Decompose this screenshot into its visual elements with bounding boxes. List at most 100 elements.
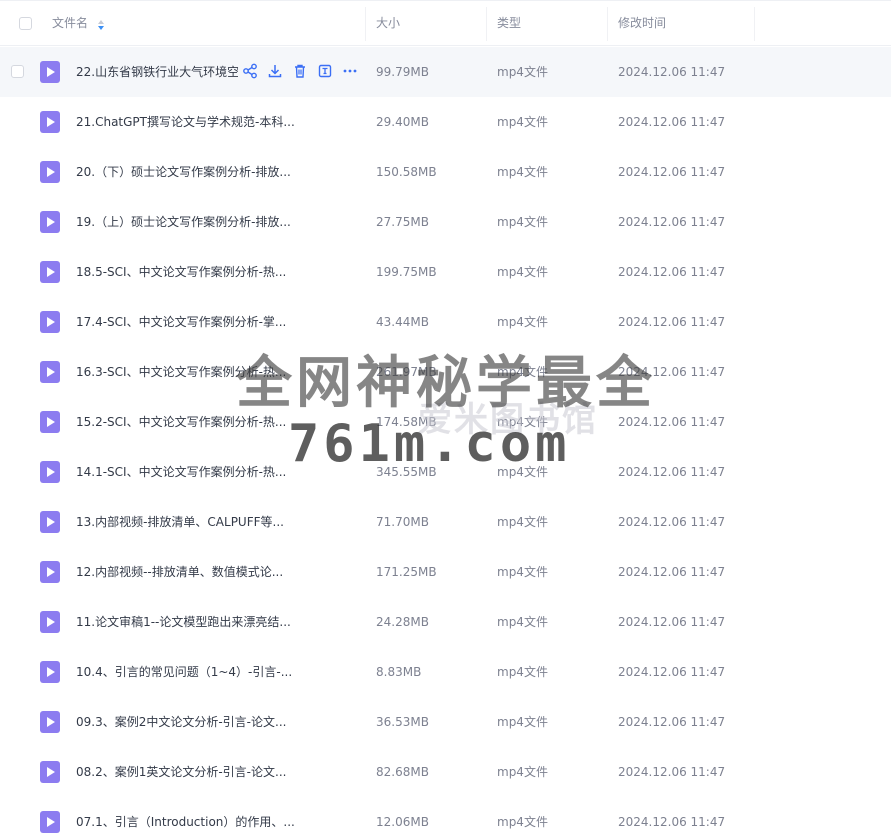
column-header-time[interactable]: 修改时间 xyxy=(618,1,666,45)
video-file-icon xyxy=(40,761,60,783)
file-type: mp4文件 xyxy=(497,165,548,179)
table-row[interactable]: 11.论文审稿1--论文模型跑出来漂亮结... 24.28MB mp4文件 20… xyxy=(0,597,891,647)
file-size: 174.58MB xyxy=(376,415,437,429)
sort-arrows-icon[interactable] xyxy=(97,20,105,30)
column-header-name[interactable]: 文件名 xyxy=(52,1,88,45)
delete-icon[interactable] xyxy=(292,63,308,79)
file-size: 345.55MB xyxy=(376,465,437,479)
file-modified-time: 2024.12.06 11:47 xyxy=(618,115,726,129)
file-modified-time: 2024.12.06 11:47 xyxy=(618,465,726,479)
file-modified-time: 2024.12.06 11:47 xyxy=(618,765,726,779)
table-row[interactable]: 09.3、案例2中文论文分析-引言-论文... 36.53MB mp4文件 20… xyxy=(0,697,891,747)
file-name[interactable]: 15.2-SCI、中文论文写作案例分析-热... xyxy=(76,397,296,447)
file-modified-time: 2024.12.06 11:47 xyxy=(618,165,726,179)
file-type: mp4文件 xyxy=(497,715,548,729)
file-name[interactable]: 19.（上）硕士论文写作案例分析-排放... xyxy=(76,197,296,247)
file-size: 12.06MB xyxy=(376,815,429,829)
file-name[interactable]: 20.（下）硕士论文写作案例分析-排放... xyxy=(76,147,296,197)
file-size: 29.40MB xyxy=(376,115,429,129)
table-row[interactable]: 21.ChatGPT撰写论文与学术规范-本科... 29.40MB mp4文件 … xyxy=(0,97,891,147)
file-name[interactable]: 09.3、案例2中文论文分析-引言-论文... xyxy=(76,697,296,747)
table-row[interactable]: 17.4-SCI、中文论文写作案例分析-掌... 43.44MB mp4文件 2… xyxy=(0,297,891,347)
video-file-icon xyxy=(40,161,60,183)
file-name[interactable]: 16.3-SCI、中文论文写作案例分析-热... xyxy=(76,347,296,397)
video-file-icon xyxy=(40,611,60,633)
table-row[interactable]: 12.内部视频--排放清单、数值模式论... 171.25MB mp4文件 20… xyxy=(0,547,891,597)
video-file-icon xyxy=(40,311,60,333)
file-name[interactable]: 12.内部视频--排放清单、数值模式论... xyxy=(76,547,296,597)
file-size: 99.79MB xyxy=(376,65,429,79)
file-modified-time: 2024.12.06 11:47 xyxy=(618,565,726,579)
table-row[interactable]: 22.山东省钢铁行业大气环境空 99.79MB mp4文件 2024.12.06… xyxy=(0,47,891,97)
file-modified-time: 2024.12.06 11:47 xyxy=(618,315,726,329)
row-checkbox[interactable] xyxy=(11,65,24,78)
file-name[interactable]: 07.1、引言（Introduction）的作用、... xyxy=(76,797,296,835)
file-type: mp4文件 xyxy=(497,215,548,229)
more-icon[interactable] xyxy=(342,63,358,79)
download-icon[interactable] xyxy=(267,63,283,79)
file-size: 199.75MB xyxy=(376,265,437,279)
file-size: 8.83MB xyxy=(376,665,422,679)
table-row[interactable]: 10.4、引言的常见问题（1~4）-引言-... 8.83MB mp4文件 20… xyxy=(0,647,891,697)
column-header-size[interactable]: 大小 xyxy=(376,1,400,45)
file-type: mp4文件 xyxy=(497,665,548,679)
video-file-icon xyxy=(40,811,60,833)
video-file-icon xyxy=(40,361,60,383)
table-row[interactable]: 07.1、引言（Introduction）的作用、... 12.06MB mp4… xyxy=(0,797,891,835)
file-type: mp4文件 xyxy=(497,515,548,529)
video-file-icon xyxy=(40,261,60,283)
file-list: 文件名 大小 类型 修改时间 22.山东省钢铁行业大气环境空 99.79MB m… xyxy=(0,0,891,835)
file-name[interactable]: 08.2、案例1英文论文分析-引言-论文... xyxy=(76,747,296,797)
file-type: mp4文件 xyxy=(497,65,548,79)
table-row[interactable]: 19.（上）硕士论文写作案例分析-排放... 27.75MB mp4文件 202… xyxy=(0,197,891,247)
table-row[interactable]: 14.1-SCI、中文论文写作案例分析-热... 345.55MB mp4文件 … xyxy=(0,447,891,497)
file-size: 150.58MB xyxy=(376,165,437,179)
share-icon[interactable] xyxy=(242,63,258,79)
file-size: 71.70MB xyxy=(376,515,429,529)
table-row[interactable]: 18.5-SCI、中文论文写作案例分析-热... 199.75MB mp4文件 … xyxy=(0,247,891,297)
file-size: 82.68MB xyxy=(376,765,429,779)
file-size: 24.28MB xyxy=(376,615,429,629)
column-divider xyxy=(486,7,487,41)
list-header: 文件名 大小 类型 修改时间 xyxy=(0,0,891,46)
table-row[interactable]: 15.2-SCI、中文论文写作案例分析-热... 174.58MB mp4文件 … xyxy=(0,397,891,447)
video-file-icon xyxy=(40,111,60,133)
file-name[interactable]: 11.论文审稿1--论文模型跑出来漂亮结... xyxy=(76,597,296,647)
video-file-icon xyxy=(40,561,60,583)
file-modified-time: 2024.12.06 11:47 xyxy=(618,215,726,229)
video-file-icon xyxy=(40,61,60,83)
file-type: mp4文件 xyxy=(497,465,548,479)
file-type: mp4文件 xyxy=(497,615,548,629)
table-row[interactable]: 13.内部视频-排放清单、CALPUFF等... 71.70MB mp4文件 2… xyxy=(0,497,891,547)
rename-icon[interactable] xyxy=(317,63,333,79)
table-row[interactable]: 08.2、案例1英文论文分析-引言-论文... 82.68MB mp4文件 20… xyxy=(0,747,891,797)
file-size: 27.75MB xyxy=(376,215,429,229)
file-size: 171.25MB xyxy=(376,565,437,579)
file-type: mp4文件 xyxy=(497,415,548,429)
file-name[interactable]: 22.山东省钢铁行业大气环境空 xyxy=(76,47,238,97)
file-name[interactable]: 13.内部视频-排放清单、CALPUFF等... xyxy=(76,497,296,547)
video-file-icon xyxy=(40,411,60,433)
table-row[interactable]: 16.3-SCI、中文论文写作案例分析-热... 261.97MB mp4文件 … xyxy=(0,347,891,397)
column-divider xyxy=(365,7,366,41)
file-name[interactable]: 14.1-SCI、中文论文写作案例分析-热... xyxy=(76,447,296,497)
column-divider xyxy=(754,7,755,41)
file-modified-time: 2024.12.06 11:47 xyxy=(618,615,726,629)
file-modified-time: 2024.12.06 11:47 xyxy=(618,265,726,279)
select-all-checkbox[interactable] xyxy=(19,17,32,30)
file-modified-time: 2024.12.06 11:47 xyxy=(618,815,726,829)
file-modified-time: 2024.12.06 11:47 xyxy=(618,665,726,679)
video-file-icon xyxy=(40,661,60,683)
column-header-type[interactable]: 类型 xyxy=(497,1,521,45)
file-modified-time: 2024.12.06 11:47 xyxy=(618,365,726,379)
file-name[interactable]: 21.ChatGPT撰写论文与学术规范-本科... xyxy=(76,97,296,147)
file-size: 43.44MB xyxy=(376,315,429,329)
file-type: mp4文件 xyxy=(497,565,548,579)
file-type: mp4文件 xyxy=(497,765,548,779)
file-modified-time: 2024.12.06 11:47 xyxy=(618,715,726,729)
file-name[interactable]: 10.4、引言的常见问题（1~4）-引言-... xyxy=(76,647,296,697)
file-name[interactable]: 18.5-SCI、中文论文写作案例分析-热... xyxy=(76,247,296,297)
file-type: mp4文件 xyxy=(497,815,548,829)
table-row[interactable]: 20.（下）硕士论文写作案例分析-排放... 150.58MB mp4文件 20… xyxy=(0,147,891,197)
file-name[interactable]: 17.4-SCI、中文论文写作案例分析-掌... xyxy=(76,297,296,347)
